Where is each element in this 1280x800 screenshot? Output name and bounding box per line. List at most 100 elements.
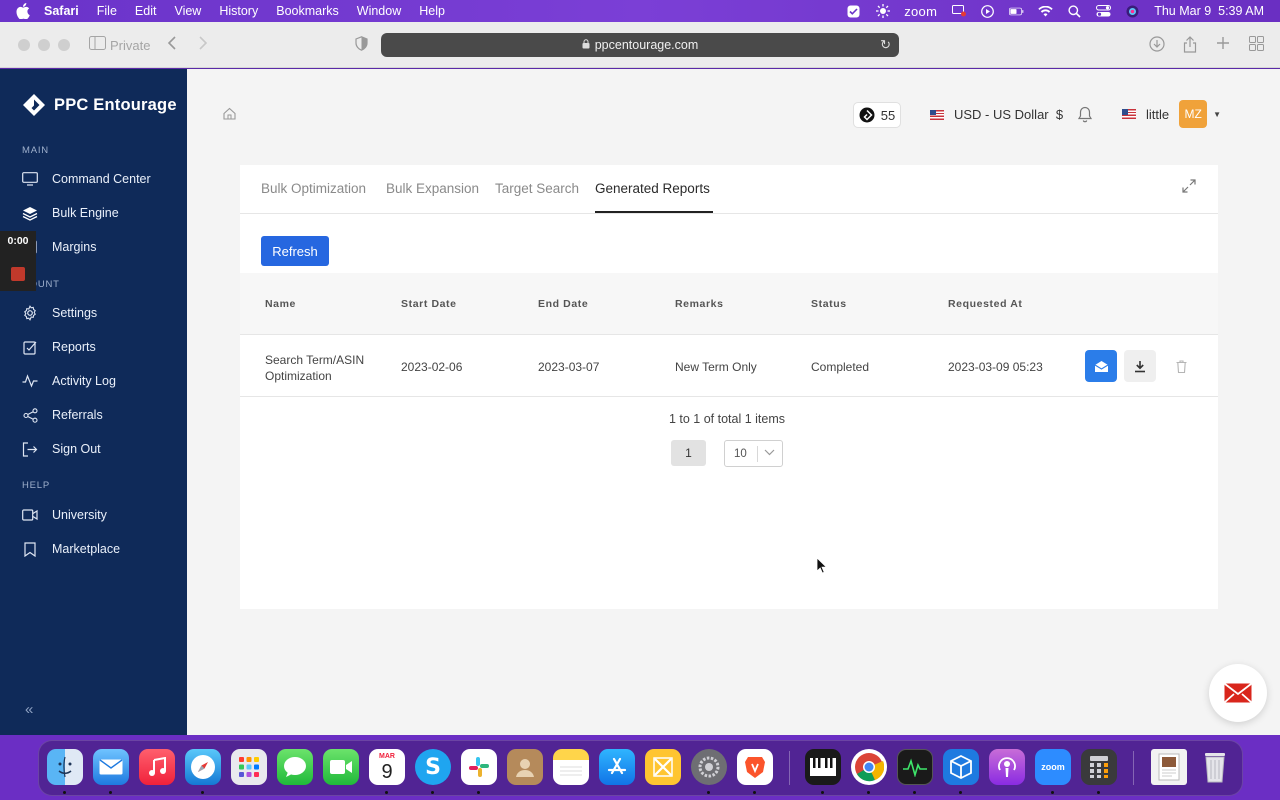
music-app-icon[interactable] — [139, 749, 175, 785]
currency-selector[interactable]: USD - US Dollar $ — [930, 107, 1063, 122]
address-bar[interactable]: ppcentourage.com ↻ — [381, 33, 899, 57]
forward-icon[interactable] — [194, 36, 212, 54]
stop-recording-button[interactable] — [11, 267, 25, 281]
tab-target-search[interactable]: Target Search — [495, 181, 579, 196]
column-header-requested-at[interactable]: Requested At — [948, 298, 1023, 310]
app-store-icon[interactable] — [599, 749, 635, 785]
system-preferences-icon[interactable] — [691, 749, 727, 785]
page-size-select[interactable]: 10 — [724, 440, 783, 467]
new-tab-icon[interactable] — [1214, 36, 1232, 54]
download-report-button[interactable] — [1124, 350, 1156, 382]
window-controls[interactable] — [18, 39, 70, 51]
podcasts-app-icon[interactable] — [989, 749, 1025, 785]
brave-app-icon[interactable] — [737, 749, 773, 785]
tab-bulk-expansion[interactable]: Bulk Expansion — [386, 181, 479, 196]
reload-icon[interactable]: ↻ — [880, 37, 891, 53]
user-menu[interactable]: little MZ ▼ — [1122, 100, 1221, 128]
sidebar-item-referrals[interactable]: Referrals — [22, 407, 103, 423]
screen-share-icon[interactable] — [951, 4, 966, 18]
chat-support-button[interactable] — [1209, 664, 1267, 722]
pdf-document-icon[interactable] — [1151, 749, 1187, 785]
refresh-button[interactable]: Refresh — [261, 236, 329, 266]
back-icon[interactable] — [163, 36, 181, 54]
pdf-app-icon[interactable] — [645, 749, 681, 785]
facetime-app-icon[interactable] — [323, 749, 359, 785]
notification-bell-icon[interactable] — [1077, 106, 1093, 123]
privacy-shield-icon[interactable] — [352, 36, 370, 54]
messages-app-icon[interactable] — [277, 749, 313, 785]
column-header-remarks[interactable]: Remarks — [675, 298, 724, 310]
piano-app-icon[interactable] — [805, 749, 841, 785]
recording-overlay[interactable]: 0:00 — [0, 231, 36, 291]
tab-bulk-optimization[interactable]: Bulk Optimization — [261, 181, 366, 196]
chrome-app-icon[interactable] — [851, 749, 887, 785]
section-label-help: HELP — [22, 480, 51, 491]
menu-edit[interactable]: Edit — [135, 4, 157, 18]
share-icon[interactable] — [1181, 36, 1199, 54]
brightness-icon[interactable] — [875, 4, 890, 18]
wifi-icon[interactable] — [1038, 4, 1053, 18]
column-header-end-date[interactable]: End Date — [538, 298, 588, 310]
checkmark-status-icon[interactable] — [846, 4, 861, 18]
sidebar-item-university[interactable]: University — [22, 507, 107, 523]
spotlight-search-icon[interactable] — [1067, 4, 1082, 18]
launchpad-icon[interactable] — [231, 749, 267, 785]
menu-file[interactable]: File — [97, 4, 117, 18]
brand-logo[interactable]: PPC Entourage — [22, 93, 177, 117]
slack-app-icon[interactable] — [461, 749, 497, 785]
sidebar-item-marketplace[interactable]: Marketplace — [22, 541, 120, 557]
delete-report-button[interactable] — [1165, 350, 1197, 382]
apple-icon[interactable] — [16, 3, 32, 19]
collapse-sidebar-icon[interactable]: « — [25, 701, 33, 718]
mail-app-icon[interactable] — [93, 749, 129, 785]
downloads-icon[interactable] — [1148, 36, 1166, 54]
menu-history[interactable]: History — [219, 4, 258, 18]
tab-overview-icon[interactable] — [1247, 36, 1265, 54]
zoom-window-button[interactable] — [58, 39, 70, 51]
credits-badge[interactable]: 55 — [853, 102, 901, 128]
virtualbox-app-icon[interactable] — [943, 749, 979, 785]
finder-icon[interactable] — [47, 749, 83, 785]
menubar-clock[interactable]: Thu Mar 9 5:39 AM — [1154, 4, 1264, 18]
sidebar-item-settings[interactable]: Settings — [22, 305, 97, 321]
column-header-status[interactable]: Status — [811, 298, 847, 310]
skype-app-icon[interactable]: S — [415, 749, 451, 785]
activity-monitor-icon[interactable] — [897, 749, 933, 785]
safari-app-icon[interactable] — [185, 749, 221, 785]
calendar-app-icon[interactable]: MAR 9 — [369, 749, 405, 785]
minimize-window-button[interactable] — [38, 39, 50, 51]
contacts-app-icon[interactable] — [507, 749, 543, 785]
menu-view[interactable]: View — [174, 4, 201, 18]
menu-bookmarks[interactable]: Bookmarks — [276, 4, 339, 18]
sidebar-item-reports[interactable]: Reports — [22, 339, 96, 355]
calculator-app-icon[interactable] — [1081, 749, 1117, 785]
browser-toolbar: Private ppcentourage.com ↻ — [0, 22, 1280, 68]
siri-icon[interactable] — [1125, 4, 1140, 18]
menu-help[interactable]: Help — [419, 4, 445, 18]
column-header-name[interactable]: Name — [265, 298, 296, 310]
page-button-current[interactable]: 1 — [671, 440, 706, 466]
zoom-status-label[interactable]: zoom — [904, 4, 937, 19]
column-header-start-date[interactable]: Start Date — [401, 298, 457, 310]
home-icon[interactable] — [223, 107, 237, 121]
play-circle-icon[interactable] — [980, 4, 995, 18]
sidebar-item-bulk-engine[interactable]: Bulk Engine — [22, 205, 119, 221]
menu-window[interactable]: Window — [357, 4, 401, 18]
sidebar-item-command-center[interactable]: Command Center — [22, 171, 151, 187]
menu-app-name[interactable]: Safari — [44, 4, 79, 18]
sidebar-item-activity-log[interactable]: Activity Log — [22, 373, 116, 389]
email-report-button[interactable] — [1085, 350, 1117, 382]
zoom-app-icon[interactable]: zoom — [1035, 749, 1071, 785]
trash-app-icon[interactable] — [1197, 749, 1233, 785]
close-window-button[interactable] — [18, 39, 30, 51]
chevron-down-icon[interactable]: ▼ — [1213, 110, 1221, 119]
battery-icon[interactable] — [1009, 4, 1024, 18]
control-center-icon[interactable] — [1096, 4, 1112, 18]
running-indicator — [385, 791, 388, 794]
expand-icon[interactable] — [1182, 179, 1196, 193]
sidebar-toggle-icon[interactable] — [88, 36, 106, 54]
tab-generated-reports[interactable]: Generated Reports — [595, 181, 710, 196]
notes-app-icon[interactable] — [553, 749, 589, 785]
sidebar-item-sign-out[interactable]: Sign Out — [22, 441, 101, 457]
avatar[interactable]: MZ — [1179, 100, 1208, 128]
